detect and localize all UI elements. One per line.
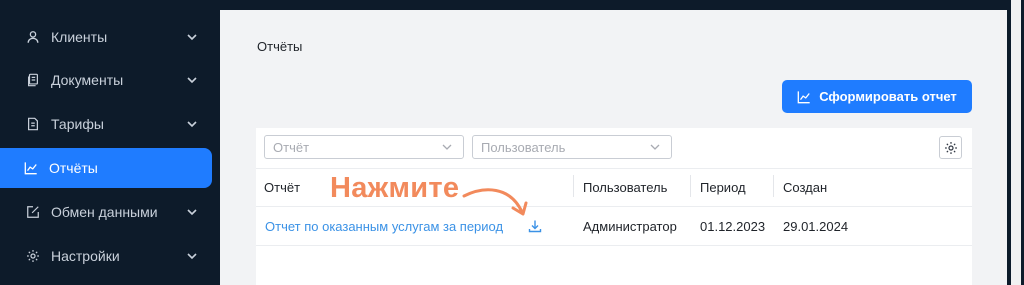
documents-icon — [26, 73, 40, 87]
column-separator — [573, 175, 574, 197]
chevron-down-icon[interactable] — [186, 250, 198, 262]
column-header-created[interactable]: Создан — [783, 180, 827, 195]
sidebar-item-label: Тарифы — [51, 116, 104, 132]
column-separator — [690, 175, 691, 197]
column-header-user[interactable]: Пользователь — [583, 180, 667, 195]
table-divider — [256, 245, 972, 246]
sidebar: Клиенты Документы Тарифы Отчёты Обмен да… — [0, 0, 220, 285]
generate-report-button[interactable]: Сформировать отчет — [782, 80, 972, 113]
sidebar-item-tariffs[interactable]: Тарифы — [0, 104, 212, 144]
table-cell-user: Администратор — [583, 219, 677, 234]
hint-arrow-icon — [462, 188, 528, 216]
sidebar-item-label: Настройки — [51, 248, 120, 264]
table-divider — [256, 206, 972, 207]
chart-icon — [797, 90, 810, 103]
user-icon — [26, 30, 40, 44]
chevron-down-icon[interactable] — [186, 206, 198, 218]
table-cell-period: 01.12.2023 — [700, 219, 766, 234]
gear-icon — [26, 249, 40, 263]
sidebar-item-reports[interactable]: Отчёты — [0, 148, 212, 188]
chevron-down-icon[interactable] — [186, 118, 198, 130]
sidebar-item-clients[interactable]: Клиенты — [0, 17, 212, 57]
edit-box-icon — [26, 205, 40, 219]
gear-icon — [944, 141, 957, 154]
top-bar — [220, 0, 1007, 10]
sidebar-item-label: Клиенты — [51, 29, 108, 45]
chevron-down-icon[interactable] — [186, 74, 198, 86]
chevron-down-icon — [650, 144, 660, 150]
sidebar-item-settings[interactable]: Настройки — [0, 236, 212, 276]
tariff-icon — [26, 117, 40, 131]
table-cell-created: 29.01.2024 — [783, 219, 849, 234]
column-separator — [773, 175, 774, 197]
column-header-period[interactable]: Период — [700, 180, 746, 195]
table-settings-button[interactable] — [939, 136, 962, 159]
report-filter-select[interactable]: Отчёт — [264, 135, 464, 159]
chart-icon — [24, 161, 38, 175]
column-header-report[interactable]: Отчёт — [264, 180, 300, 195]
chevron-down-icon[interactable] — [186, 31, 198, 43]
report-filter-placeholder: Отчёт — [273, 139, 310, 155]
sidebar-item-label: Документы — [51, 72, 124, 88]
sidebar-item-data-exchange[interactable]: Обмен данными — [0, 192, 212, 232]
sidebar-item-label: Обмен данными — [51, 204, 158, 220]
user-filter-select[interactable]: Пользователь — [472, 135, 672, 159]
click-hint-annotation: Нажмите — [330, 172, 460, 204]
generate-report-label: Сформировать отчет — [819, 89, 957, 104]
table-divider — [256, 168, 972, 169]
page-title: Отчёты — [257, 39, 303, 54]
user-filter-placeholder: Пользователь — [481, 139, 566, 155]
sidebar-item-label: Отчёты — [49, 160, 98, 176]
vertical-scrollbar[interactable] — [1011, 0, 1021, 285]
chevron-down-icon — [442, 144, 452, 150]
sidebar-item-documents[interactable]: Документы — [0, 60, 212, 100]
